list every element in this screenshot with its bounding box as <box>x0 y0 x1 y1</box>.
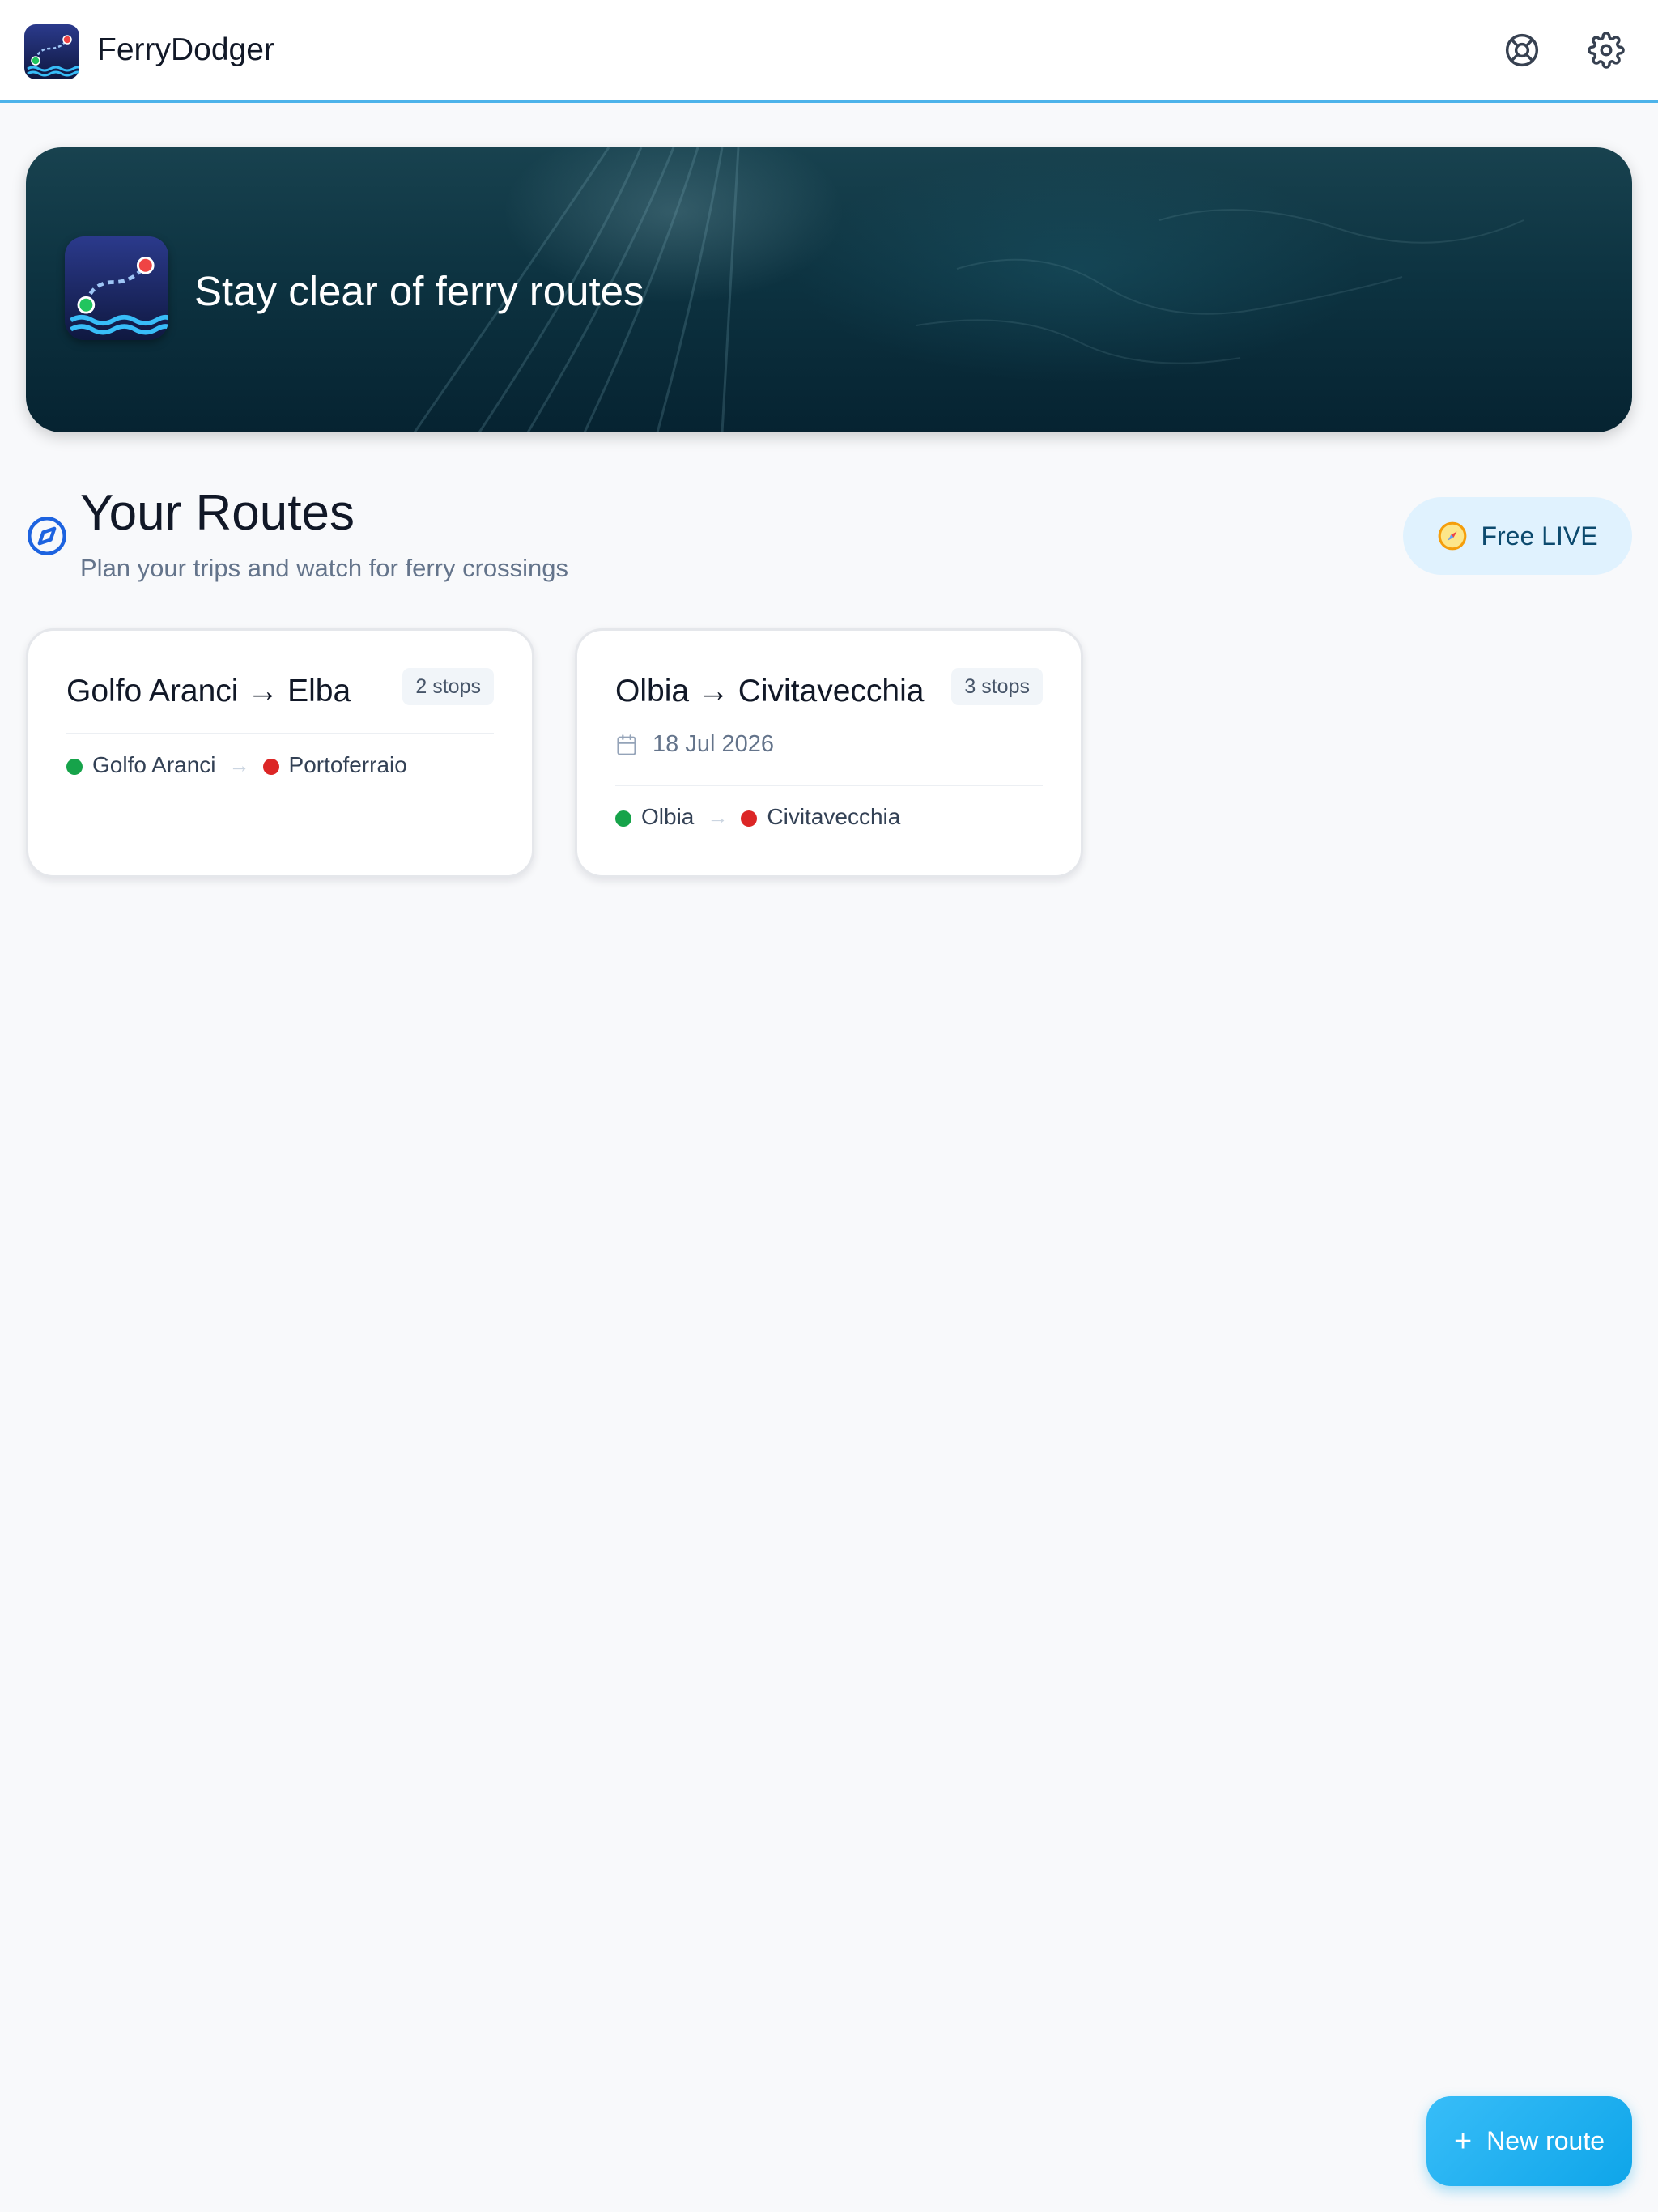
app-name: FerryDodger <box>97 32 274 67</box>
route-card[interactable]: Golfo Aranci → Elba 2 stops Golfo Aranci… <box>26 628 534 878</box>
end-stop: Portoferraio <box>288 752 407 777</box>
route-stops: Golfo Aranci → Portoferraio <box>66 752 407 778</box>
start-dot-icon <box>66 759 83 775</box>
free-live-button[interactable]: Free LIVE <box>1403 497 1632 575</box>
help-button[interactable] <box>1499 28 1545 73</box>
gear-icon <box>1588 32 1625 69</box>
new-route-label: New route <box>1486 2126 1605 2155</box>
start-stop: Olbia <box>641 804 695 829</box>
route-date-text: 18 Jul 2026 <box>653 731 774 757</box>
stops-badge: 2 stops <box>402 668 494 705</box>
settings-button[interactable] <box>1584 28 1629 73</box>
route-card[interactable]: Olbia → Civitavecchia 3 stops 18 Jul 202… <box>575 628 1083 878</box>
ferry-route-logo-icon <box>24 24 79 79</box>
route-date: 18 Jul 2026 <box>615 731 774 758</box>
app-header: FerryDodger <box>0 0 1658 103</box>
card-divider <box>66 733 494 734</box>
end-dot-icon <box>262 759 279 775</box>
route-title: Olbia → Civitavecchia <box>615 674 925 708</box>
plus-icon: + <box>1453 2124 1473 2159</box>
new-route-button[interactable]: + New route <box>1426 2096 1632 2186</box>
stops-badge: 3 stops <box>951 668 1043 705</box>
hero-banner: Stay clear of ferry routes <box>26 147 1632 432</box>
route-title: Golfo Aranci → Elba <box>66 674 351 708</box>
app-logo <box>24 24 79 79</box>
end-stop: Civitavecchia <box>767 804 901 829</box>
free-live-label: Free LIVE <box>1481 521 1598 551</box>
hero-title: Stay clear of ferry routes <box>194 268 644 314</box>
start-stop: Golfo Aranci <box>92 752 216 777</box>
arrow-icon: → <box>707 804 729 829</box>
route-stops: Olbia → Civitavecchia <box>615 804 900 830</box>
lifebuoy-icon <box>1505 33 1539 67</box>
hero-app-logo <box>65 236 168 340</box>
compass-icon <box>1439 521 1467 551</box>
calendar-icon <box>617 734 636 755</box>
section-subtitle: Plan your trips and watch for ferry cros… <box>80 554 569 582</box>
end-dot-icon <box>741 810 758 827</box>
arrow-icon: → <box>228 752 250 777</box>
ferry-route-logo-icon <box>65 236 168 340</box>
card-divider <box>615 785 1043 786</box>
section-title: Your Routes <box>80 485 355 541</box>
compass-icon <box>26 515 68 557</box>
start-dot-icon <box>615 810 631 827</box>
